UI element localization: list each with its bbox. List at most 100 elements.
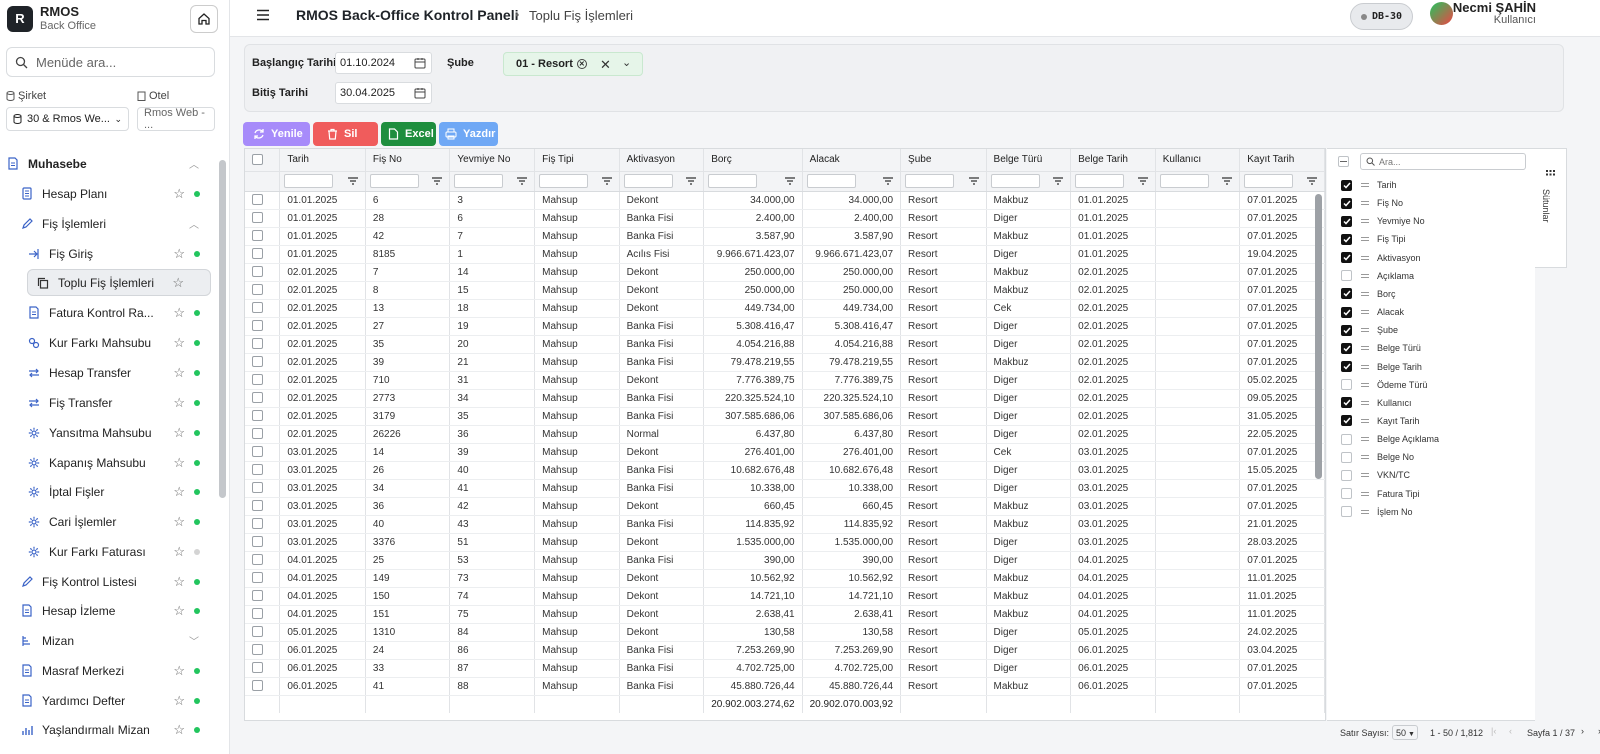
row-checkbox[interactable] <box>252 356 263 368</box>
column-filter-input[interactable] <box>990 173 1040 188</box>
column-header[interactable]: Belge Türü <box>986 149 1072 172</box>
row-checkbox[interactable] <box>252 428 263 440</box>
star-icon[interactable]: ☆ <box>173 425 185 441</box>
drag-handle-icon[interactable] <box>1361 509 1369 514</box>
table-row[interactable]: 02.01.2025 710 31 Mahsup Dekont 7.776.389,75 7… <box>245 371 1325 390</box>
column-checkbox[interactable] <box>1341 215 1352 227</box>
row-checkbox[interactable] <box>252 266 263 278</box>
sidebar-item-kur-farkı-faturası[interactable]: Kur Farkı Faturası ☆ <box>27 538 211 565</box>
drag-handle-icon[interactable] <box>1361 418 1369 423</box>
drag-handle-icon[interactable] <box>1361 400 1369 405</box>
table-row[interactable]: 02.01.2025 35 20 Mahsup Banka Fisi 4.054.216,… <box>245 335 1325 354</box>
column-header[interactable]: Borç <box>703 149 803 172</box>
row-checkbox[interactable] <box>252 284 263 296</box>
chip-remove-icon[interactable]: ✕ <box>576 59 587 69</box>
column-option[interactable]: Açıklama <box>1341 267 1414 285</box>
star-icon[interactable]: ☆ <box>173 514 185 530</box>
table-row[interactable]: 02.01.2025 8 15 Mahsup Dekont 250.000,00 250.0… <box>245 281 1325 300</box>
row-checkbox[interactable] <box>252 662 263 674</box>
calendar-icon[interactable] <box>414 57 426 69</box>
table-row[interactable]: 01.01.2025 42 7 Mahsup Banka Fisi 3.587,90 3.5… <box>245 227 1325 246</box>
column-checkbox[interactable] <box>1341 433 1352 445</box>
drag-handle-icon[interactable] <box>1361 382 1369 387</box>
column-filter-input[interactable] <box>623 173 673 188</box>
column-header[interactable]: Şube <box>900 149 987 172</box>
drag-handle-icon[interactable] <box>1361 437 1369 442</box>
star-icon[interactable]: ☆ <box>173 395 185 411</box>
row-checkbox[interactable] <box>252 446 263 458</box>
column-option[interactable]: Fiş No <box>1341 194 1403 212</box>
table-row[interactable]: 03.01.2025 40 43 Mahsup Banka Fisi 114.835,92… <box>245 515 1325 534</box>
sidebar-item-fiş-transfer[interactable]: Fiş Transfer ☆ <box>27 389 211 416</box>
star-icon[interactable]: ☆ <box>173 484 185 500</box>
table-row[interactable]: 04.01.2025 149 73 Mahsup Dekont 10.562,92 10.5… <box>245 569 1325 588</box>
column-checkbox[interactable] <box>1341 233 1352 245</box>
filter-icon[interactable] <box>347 176 358 185</box>
drag-handle-icon[interactable] <box>1361 183 1369 187</box>
star-icon[interactable]: ☆ <box>173 455 185 471</box>
row-checkbox[interactable] <box>252 392 263 404</box>
column-filter-input[interactable] <box>1075 173 1125 188</box>
column-filter-input[interactable] <box>454 173 504 188</box>
column-filter-input[interactable] <box>708 173 758 188</box>
column-header[interactable]: Belge Tarih <box>1070 149 1156 172</box>
sidebar-item-yardımcı-defter[interactable]: Yardımcı Defter ☆ <box>20 687 211 714</box>
column-option[interactable]: Belge Açıklama <box>1341 430 1439 448</box>
filter-icon[interactable] <box>968 176 979 185</box>
column-checkbox[interactable] <box>1341 379 1352 391</box>
star-icon[interactable]: ☆ <box>173 603 185 619</box>
drag-handle-icon[interactable] <box>1361 310 1369 315</box>
sidebar-item-fiş-giriş[interactable]: Fiş Giriş ☆ <box>27 240 211 267</box>
table-row[interactable]: 02.01.2025 27 19 Mahsup Banka Fisi 5.308.416,… <box>245 317 1325 336</box>
home-button[interactable] <box>190 5 218 33</box>
table-row[interactable]: 02.01.2025 39 21 Mahsup Banka Fisi 79.478.219… <box>245 353 1325 372</box>
row-checkbox[interactable] <box>252 536 263 548</box>
table-row[interactable]: 02.01.2025 2773 34 Mahsup Banka Fisi 220.325.… <box>245 389 1325 408</box>
row-checkbox[interactable] <box>252 194 263 206</box>
column-header[interactable]: Fiş No <box>365 149 451 172</box>
column-header[interactable]: Tarih <box>279 149 366 172</box>
column-option[interactable]: Ödeme Türü <box>1341 376 1427 394</box>
row-checkbox[interactable] <box>252 590 263 602</box>
table-row[interactable]: 01.01.2025 8185 1 Mahsup Acılıs Fisi 9.966.67… <box>245 245 1325 264</box>
branch-select[interactable]: 01 - Resort ✕ ✕ ⌄ <box>503 52 643 76</box>
table-row[interactable]: 04.01.2025 151 75 Mahsup Dekont 2.638,41 2.638… <box>245 605 1325 624</box>
hamburger-menu-icon[interactable] <box>256 9 270 21</box>
row-checkbox[interactable] <box>252 248 263 260</box>
table-row[interactable]: 06.01.2025 24 86 Mahsup Banka Fisi 7.253.269,… <box>245 641 1325 660</box>
column-option[interactable]: VKN/TC <box>1341 466 1410 484</box>
table-row[interactable]: 03.01.2025 34 41 Mahsup Banka Fisi 10.338,00 1… <box>245 479 1325 498</box>
filter-icon[interactable] <box>883 176 894 185</box>
row-checkbox[interactable] <box>252 482 263 494</box>
column-checkbox[interactable] <box>1341 179 1352 191</box>
drag-handle-icon[interactable] <box>1361 473 1369 478</box>
column-filter-input[interactable] <box>1159 173 1209 188</box>
company-select[interactable]: 30 & Rmos We... ⌄ <box>6 107 129 131</box>
filter-icon[interactable] <box>517 176 528 185</box>
star-icon[interactable]: ☆ <box>173 693 185 709</box>
column-checkbox[interactable] <box>1341 469 1352 481</box>
column-checkbox[interactable] <box>1341 415 1352 427</box>
sidebar-item-mizan[interactable]: Mizan ﹀ <box>20 627 211 654</box>
select-all-checkbox[interactable] <box>252 154 263 166</box>
star-icon[interactable]: ☆ <box>173 663 185 679</box>
column-checkbox[interactable] <box>1341 361 1352 372</box>
column-checkbox[interactable] <box>1341 197 1352 209</box>
filter-icon[interactable] <box>601 176 612 185</box>
rows-per-page-select[interactable]: 50 ▼ <box>1392 725 1418 740</box>
refresh-button[interactable]: Yenile <box>243 122 310 146</box>
drag-handle-icon[interactable] <box>1361 291 1369 296</box>
drag-handle-icon[interactable] <box>1361 219 1369 224</box>
row-checkbox[interactable] <box>252 464 263 476</box>
grid-scrollbar[interactable] <box>1315 194 1322 479</box>
select-all-cell[interactable] <box>245 149 281 172</box>
drag-handle-icon[interactable] <box>1361 237 1369 242</box>
column-filter-input[interactable] <box>284 173 334 188</box>
drag-handle-icon[interactable] <box>1361 455 1369 460</box>
column-checkbox[interactable] <box>1341 270 1352 282</box>
column-option[interactable]: İşlem No <box>1341 503 1413 521</box>
sidebar-item-kapanış-mahsubu[interactable]: Kapanış Mahsubu ☆ <box>27 449 211 476</box>
sidebar-item-yansıtma-mahsubu[interactable]: Yansıtma Mahsubu ☆ <box>27 419 211 446</box>
column-checkbox[interactable] <box>1341 252 1352 264</box>
table-row[interactable]: 03.01.2025 14 39 Mahsup Dekont 276.401,00 276.… <box>245 443 1325 462</box>
